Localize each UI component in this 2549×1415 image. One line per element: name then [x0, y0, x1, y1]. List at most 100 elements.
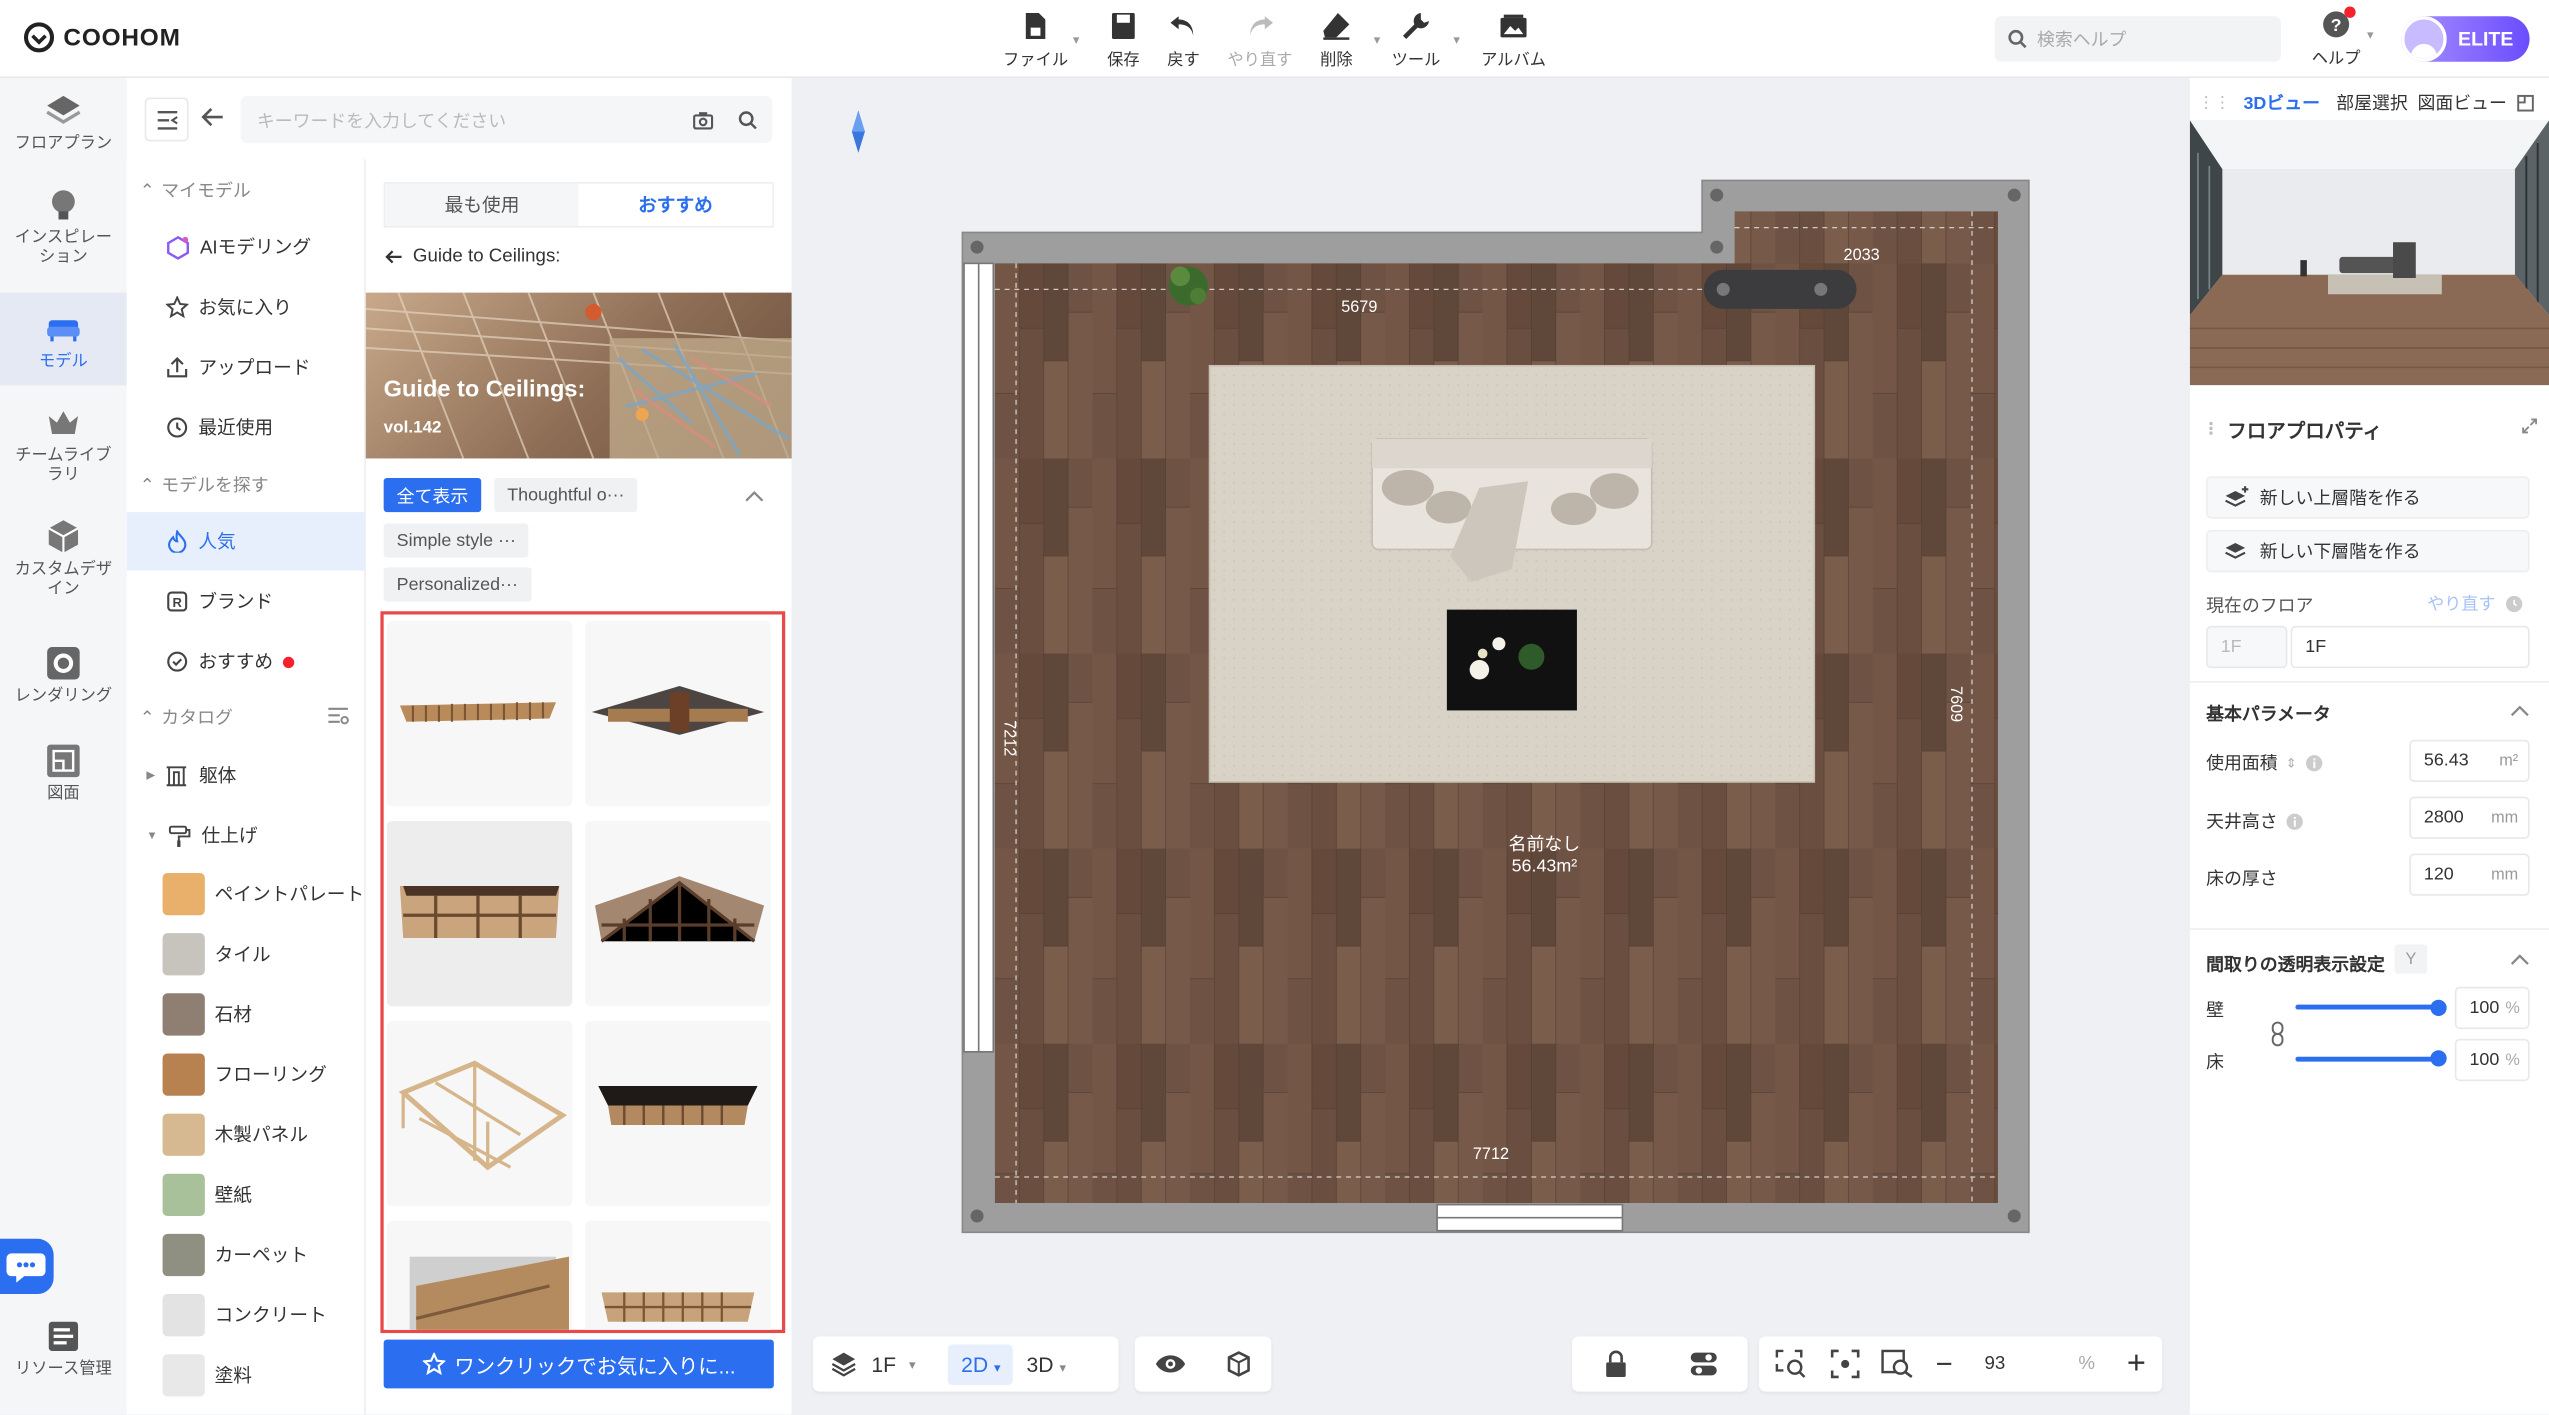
sort-icon[interactable]: ⇕	[2286, 755, 2297, 770]
my-models-section[interactable]: ⌃ マイモデル	[140, 177, 251, 203]
model-card[interactable]	[585, 820, 771, 1007]
tab-most-used[interactable]: 最も使用	[385, 183, 579, 226]
focus-frame-icon[interactable]	[1830, 1349, 1859, 1379]
tab-3d-view[interactable]: 3Dビュー	[2243, 89, 2320, 115]
rail-inspiration[interactable]: インスピレーション	[0, 185, 127, 283]
fit-view-icon[interactable]	[1775, 1349, 1808, 1378]
material-item[interactable]: コンクリート	[127, 1286, 366, 1345]
model-card[interactable]	[585, 1220, 771, 1330]
nav-ai-modeling[interactable]: AIモデリング	[127, 218, 366, 277]
model-card[interactable]	[386, 820, 573, 1007]
back-button[interactable]	[200, 104, 226, 138]
floor-thickness-input[interactable]: 120 mm	[2409, 853, 2530, 896]
chevron-up-icon[interactable]	[2510, 704, 2530, 717]
drag-handle-icon[interactable]: ⋮⋮	[2198, 93, 2231, 111]
material-item[interactable]: 塗料	[127, 1346, 366, 1405]
eye-icon[interactable]	[1153, 1353, 1186, 1376]
link-icon[interactable]	[2269, 1019, 2285, 1048]
toggle-settings-icon[interactable]	[1688, 1351, 1717, 1377]
expand-icon[interactable]	[2521, 418, 2537, 434]
material-item[interactable]: 壁紙	[127, 1166, 366, 1225]
model-card[interactable]	[386, 1020, 573, 1207]
file-button[interactable]: ファイル ▾	[998, 10, 1079, 70]
redo-floor-button[interactable]: やり直す	[2427, 592, 2523, 616]
chevron-up-icon[interactable]	[2510, 953, 2530, 966]
model-card[interactable]	[386, 1220, 573, 1330]
wall-opacity-input[interactable]: 100 %	[2454, 986, 2530, 1030]
tab-recommended[interactable]: おすすめ	[578, 183, 773, 226]
nav-recent[interactable]: 最近使用	[127, 398, 366, 457]
popout-icon[interactable]	[2517, 93, 2535, 111]
nav-favorites[interactable]: お気に入り	[127, 278, 366, 337]
user-badge[interactable]: ELITE	[2401, 16, 2530, 62]
mode-3d-button[interactable]: 3D ▾	[1027, 1352, 1066, 1376]
undo-button[interactable]: 戻す	[1146, 10, 1221, 70]
zoom-out-button[interactable]: −	[1936, 1347, 1953, 1381]
new-upper-floor-button[interactable]: 新しい上層階を作る	[2206, 476, 2530, 519]
model-card[interactable]	[386, 621, 573, 807]
nav-structure[interactable]: ▶ 躯体	[127, 746, 366, 805]
floor-plan-drawing[interactable]	[959, 176, 2035, 1239]
material-item[interactable]: 石材	[127, 985, 366, 1044]
tools-button[interactable]: ツール ▾	[1379, 10, 1460, 70]
rail-rendering[interactable]: レンダリング	[0, 644, 127, 712]
chat-button[interactable]	[0, 1238, 54, 1295]
ceiling-height-input[interactable]: 2800 mm	[2409, 796, 2530, 839]
new-lower-floor-button[interactable]: 新しい下層階を作る	[2206, 529, 2530, 573]
rail-floorplan[interactable]: フロアプラン	[0, 91, 127, 169]
material-item[interactable]: 木製パネル	[127, 1105, 366, 1164]
filter-all[interactable]: 全て表示	[383, 477, 482, 513]
floor-slider-thumb[interactable]	[2430, 1050, 2447, 1067]
rail-custom-design[interactable]: カスタムデザイン	[0, 517, 127, 615]
redo-button[interactable]: やり直す	[1223, 10, 1298, 70]
help-search-input[interactable]: 検索ヘルプ	[1994, 16, 2281, 62]
catalog-section[interactable]: ⌃ カタログ	[140, 704, 233, 730]
guide-banner[interactable]: Guide to Ceilings: vol.142	[365, 292, 792, 459]
floor-select[interactable]: 1F	[871, 1352, 896, 1376]
find-models-section[interactable]: ⌃ モデルを探す	[140, 471, 269, 497]
area-input[interactable]: 56.43 m²	[2409, 739, 2530, 782]
model-card[interactable]	[585, 1020, 771, 1207]
wall-slider-thumb[interactable]	[2430, 999, 2447, 1017]
material-item[interactable]: ペイントパレート	[127, 865, 366, 924]
app-logo[interactable]: COOHOM	[23, 20, 181, 56]
tab-drawing-view[interactable]: 図面ビュー	[2418, 89, 2507, 115]
rail-model[interactable]: モデル	[0, 292, 127, 386]
filter-thoughtful[interactable]: Thoughtful o···	[494, 477, 638, 513]
material-item[interactable]: カーペット	[127, 1226, 366, 1285]
rail-resource-management[interactable]: リソース管理	[0, 1317, 127, 1389]
nav-popular[interactable]: 人気	[126, 512, 366, 571]
compass-icon[interactable]	[847, 107, 870, 156]
filter-collapse-button[interactable]	[745, 483, 765, 512]
rail-drawing[interactable]: 図面	[0, 741, 127, 809]
room-label[interactable]: 名前なし 56.43m²	[1431, 836, 1659, 878]
guide-back-link[interactable]: Guide to Ceilings:	[384, 247, 561, 267]
lock-icon[interactable]	[1602, 1349, 1628, 1378]
filter-simple-style[interactable]: Simple style ···	[383, 523, 529, 558]
nav-finishes[interactable]: ▼ 仕上げ	[127, 806, 366, 865]
mode-2d-button[interactable]: 2D ▾	[948, 1343, 1014, 1385]
3d-preview-viewport[interactable]	[2189, 120, 2549, 386]
nav-brand[interactable]: R ブランド	[127, 572, 366, 631]
library-search-button[interactable]	[738, 109, 758, 138]
floor-opacity-input[interactable]: 100 %	[2454, 1038, 2530, 1082]
zoom-in-button[interactable]: +	[2127, 1345, 2146, 1382]
collapse-panel-button[interactable]	[144, 97, 189, 142]
floor-name-input[interactable]: 1F	[2290, 625, 2530, 669]
cube-view-icon[interactable]	[1223, 1349, 1252, 1378]
nav-recommended[interactable]: おすすめ	[127, 632, 366, 691]
delete-button[interactable]: 削除 ▾	[1299, 10, 1380, 70]
model-card[interactable]	[585, 621, 771, 807]
album-button[interactable]: アルバム	[1476, 10, 1551, 70]
help-button[interactable]: ? ヘルプ	[2308, 6, 2363, 68]
rail-team-library[interactable]: チームライブラリ	[0, 403, 127, 494]
one-click-favorite-button[interactable]: ワンクリックでお気に入りに...	[383, 1339, 774, 1389]
material-item[interactable]: タイル	[127, 925, 366, 984]
zoom-region-icon[interactable]	[1881, 1349, 1914, 1379]
catalog-filter-button[interactable]	[327, 704, 350, 733]
tab-room-select[interactable]: 部屋選択	[2336, 89, 2408, 115]
image-search-button[interactable]	[693, 109, 714, 138]
filter-personalized[interactable]: Personalized···	[383, 567, 531, 602]
nav-upload[interactable]: アップロード	[127, 338, 366, 397]
material-item[interactable]: フローリング	[127, 1045, 366, 1104]
